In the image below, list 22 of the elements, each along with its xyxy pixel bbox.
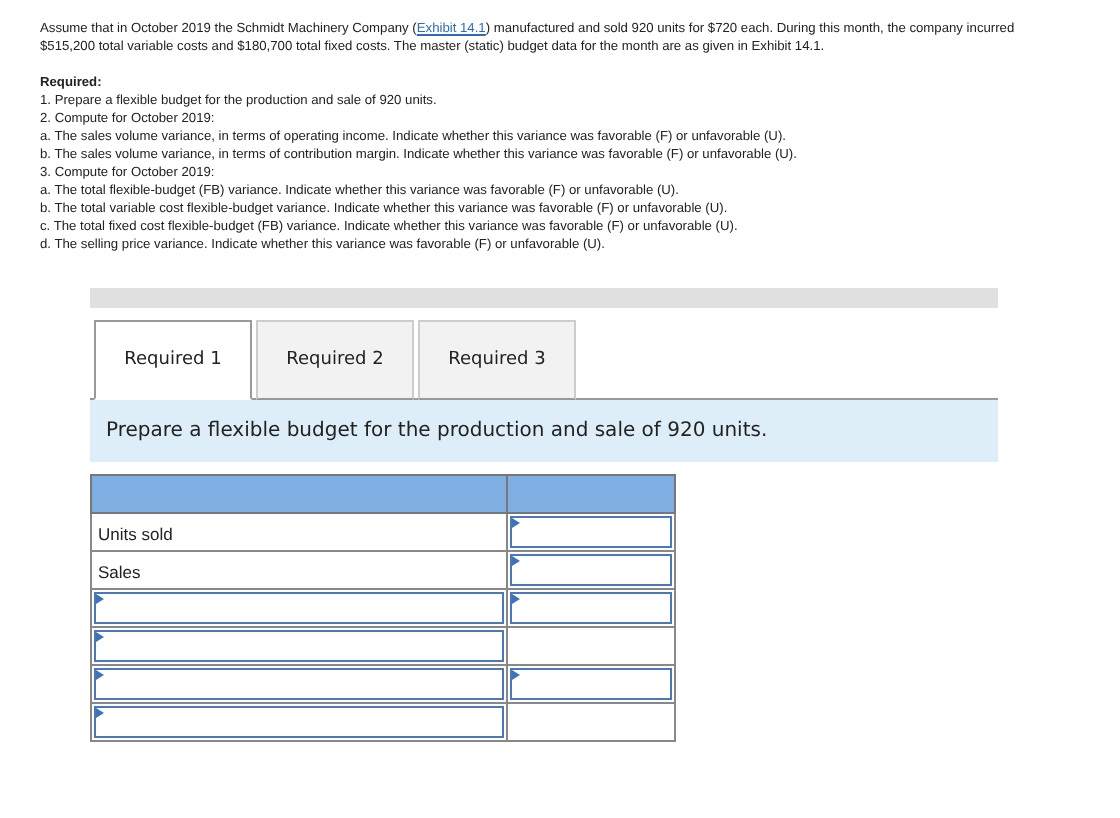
dropdown-field[interactable]: [94, 592, 504, 624]
marker-icon: [512, 670, 520, 680]
dropdown-field[interactable]: [94, 630, 504, 662]
marker-icon: [96, 594, 104, 604]
tab[interactable]: Required 3: [418, 320, 576, 400]
marker-icon: [96, 708, 104, 718]
table-cell: Units sold: [91, 513, 507, 551]
marker-icon: [96, 632, 104, 642]
marker-icon: [96, 670, 104, 680]
dropdown-field[interactable]: [94, 668, 504, 700]
tab[interactable]: Required 1: [94, 320, 252, 400]
input-field[interactable]: [510, 554, 672, 586]
dropdown-field[interactable]: [94, 706, 504, 738]
input-field[interactable]: [510, 592, 672, 624]
marker-icon: [512, 556, 520, 566]
table-cell: Sales: [91, 551, 507, 589]
marker-icon: [512, 594, 520, 604]
input-field[interactable]: [510, 668, 672, 700]
marker-icon: [512, 518, 520, 528]
tab[interactable]: Required 2: [256, 320, 414, 400]
instruction-text: Prepare a flexible budget for the production and sale of 920 units.: [90, 400, 998, 462]
input-field[interactable]: [510, 516, 672, 548]
